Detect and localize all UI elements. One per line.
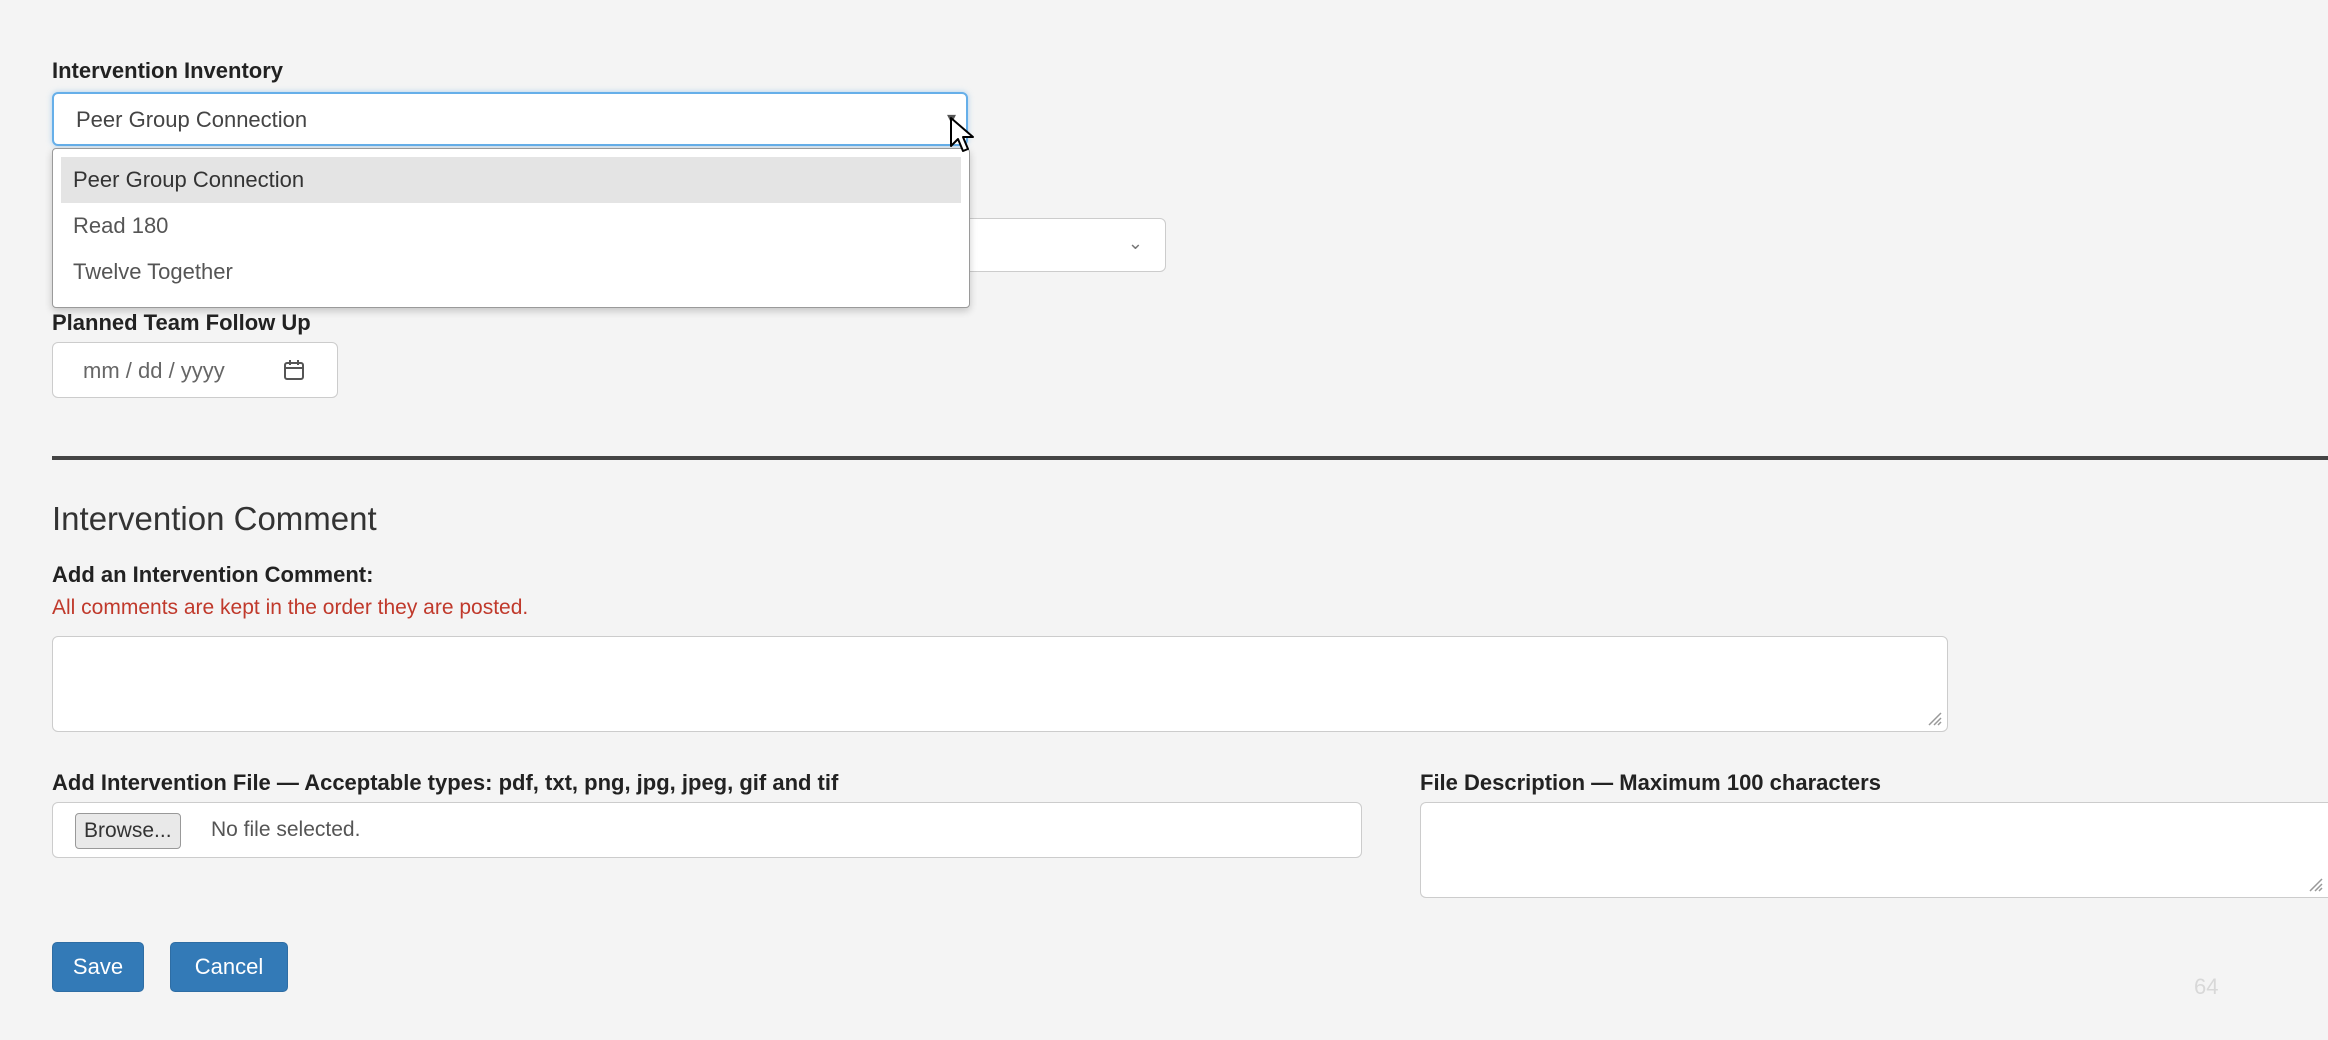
dropdown-option-read-180[interactable]: Read 180 bbox=[61, 203, 961, 249]
file-description-label: File Description — Maximum 100 character… bbox=[1420, 770, 1881, 795]
chevron-down-icon: ⌄ bbox=[1127, 233, 1143, 253]
dropdown-option-peer-group-connection[interactable]: Peer Group Connection bbox=[61, 157, 961, 203]
inventory-selected-value: Peer Group Connection bbox=[76, 107, 308, 132]
cancel-button[interactable]: Cancel bbox=[170, 942, 288, 992]
save-button[interactable]: Save bbox=[52, 942, 144, 992]
date-placeholder: mm / dd / yyyy bbox=[83, 358, 225, 383]
file-upload-label: Add Intervention File — Acceptable types… bbox=[52, 770, 839, 795]
comment-textarea[interactable] bbox=[52, 636, 1948, 732]
inventory-select[interactable]: Peer Group Connection ▾ bbox=[52, 92, 968, 146]
file-status-text: No file selected. bbox=[211, 818, 361, 841]
inventory-label: Intervention Inventory bbox=[52, 58, 284, 83]
add-comment-label: Add an Intervention Comment: bbox=[52, 562, 374, 587]
mouse-pointer-icon bbox=[950, 117, 974, 152]
file-upload-input[interactable]: Browse... No file selected. bbox=[52, 802, 1362, 858]
browse-button[interactable]: Browse... bbox=[75, 813, 181, 849]
inventory-dropdown-list: Peer Group Connection Read 180 Twelve To… bbox=[52, 148, 970, 308]
section-title-intervention-comment: Intervention Comment bbox=[52, 500, 377, 537]
section-divider bbox=[52, 456, 2328, 460]
resize-handle-icon[interactable] bbox=[1923, 707, 1943, 727]
file-description-textarea[interactable] bbox=[1420, 802, 2328, 898]
comment-order-note: All comments are kept in the order they … bbox=[52, 596, 529, 619]
calendar-icon[interactable] bbox=[283, 359, 305, 381]
follow-up-label: Planned Team Follow Up bbox=[52, 310, 311, 335]
page-number: 64 bbox=[2194, 974, 2219, 999]
resize-handle-icon[interactable] bbox=[2304, 873, 2324, 893]
dropdown-option-twelve-together[interactable]: Twelve Together bbox=[61, 249, 961, 295]
follow-up-date-input[interactable]: mm / dd / yyyy bbox=[52, 342, 338, 398]
